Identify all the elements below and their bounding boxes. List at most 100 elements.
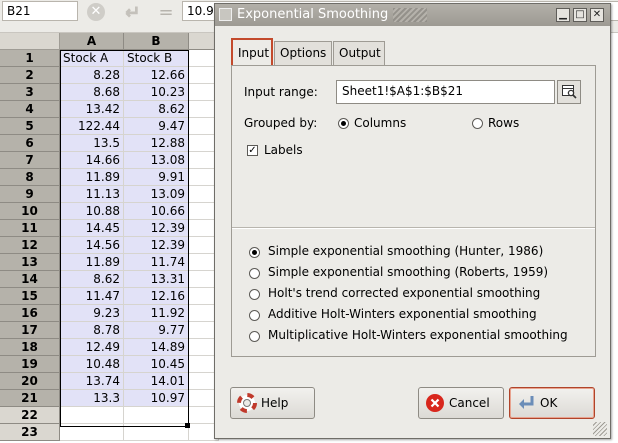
- resize-grip[interactable]: [593, 422, 607, 436]
- sheet-cell[interactable]: 12.88: [124, 135, 189, 152]
- labels-checkbox[interactable]: ✓: [247, 145, 258, 156]
- sheet-cell[interactable]: 11.47: [60, 288, 124, 305]
- radio-group-rows[interactable]: [472, 118, 483, 129]
- sheet-cell[interactable]: 13.08: [124, 152, 189, 169]
- sheet-cell[interactable]: 9.77: [124, 322, 189, 339]
- method-label-simple-roberts[interactable]: Simple exponential smoothing (Roberts, 1…: [268, 265, 548, 279]
- row-header[interactable]: 4: [0, 101, 60, 118]
- sheet-cell[interactable]: 8.68: [60, 84, 124, 101]
- sheet-cell[interactable]: [60, 407, 124, 424]
- tab-output[interactable]: Output: [333, 41, 385, 65]
- row-header[interactable]: 3: [0, 84, 60, 101]
- radio-method-simple-hunter[interactable]: [249, 247, 260, 258]
- row-header[interactable]: 8: [0, 169, 60, 186]
- method-label-multiplicative-hw[interactable]: Multiplicative Holt-Winters exponential …: [268, 328, 568, 342]
- row-header[interactable]: 15: [0, 288, 60, 305]
- sheet-cell[interactable]: 9.23: [60, 305, 124, 322]
- maximize-button[interactable]: □: [573, 8, 587, 22]
- radio-group-columns[interactable]: [338, 118, 349, 129]
- sheet-cell[interactable]: 8.28: [60, 67, 124, 84]
- row-header[interactable]: 5: [0, 118, 60, 135]
- row-header[interactable]: 10: [0, 203, 60, 220]
- sheet-cell[interactable]: 10.45: [124, 356, 189, 373]
- sheet-cell[interactable]: Stock B: [124, 50, 189, 67]
- method-label-holt[interactable]: Holt's trend corrected exponential smoot…: [268, 286, 540, 300]
- tab-input[interactable]: Input: [231, 38, 273, 66]
- sheet-cell[interactable]: 11.13: [60, 186, 124, 203]
- sheet-cell[interactable]: 10.23: [124, 84, 189, 101]
- row-header[interactable]: 16: [0, 305, 60, 322]
- row-header[interactable]: 2: [0, 67, 60, 84]
- accept-icon[interactable]: [120, 2, 140, 22]
- sheet-cell[interactable]: 10.48: [60, 356, 124, 373]
- sheet-cell[interactable]: [60, 424, 124, 441]
- method-label-additive-hw[interactable]: Additive Holt-Winters exponential smooth…: [268, 307, 537, 321]
- sheet-cell[interactable]: 12.49: [60, 339, 124, 356]
- sheet-cell[interactable]: 11.74: [124, 254, 189, 271]
- row-header[interactable]: 1: [0, 50, 60, 67]
- sheet-cell[interactable]: 13.74: [60, 373, 124, 390]
- row-header[interactable]: 7: [0, 152, 60, 169]
- sheet-cell[interactable]: 9.47: [124, 118, 189, 135]
- sheet-cell[interactable]: 13.3: [60, 390, 124, 407]
- sheet-cell[interactable]: 8.78: [60, 322, 124, 339]
- sheet-cell[interactable]: 10.66: [124, 203, 189, 220]
- sheet-cell[interactable]: 12.39: [124, 220, 189, 237]
- row-header[interactable]: 6: [0, 135, 60, 152]
- select-all-corner[interactable]: [0, 33, 60, 50]
- range-selector-button[interactable]: [557, 80, 581, 104]
- sheet-cell[interactable]: 14.01: [124, 373, 189, 390]
- name-box[interactable]: B21: [2, 1, 78, 21]
- sheet-cell[interactable]: Stock A: [60, 50, 124, 67]
- input-range-field[interactable]: Sheet1!$A$1:$B$21: [336, 80, 555, 104]
- sheet-cell[interactable]: 11.89: [60, 254, 124, 271]
- fill-handle[interactable]: [185, 423, 190, 428]
- radio-method-multiplicative-hw[interactable]: [249, 331, 260, 342]
- row-header[interactable]: 20: [0, 373, 60, 390]
- row-header[interactable]: 22: [0, 407, 60, 424]
- cancel-button[interactable]: Cancel: [418, 387, 504, 419]
- sheet-cell[interactable]: 8.62: [60, 271, 124, 288]
- row-header[interactable]: 23: [0, 424, 60, 441]
- row-header[interactable]: 18: [0, 339, 60, 356]
- sheet-cell[interactable]: 11.92: [124, 305, 189, 322]
- sheet-cell[interactable]: [124, 424, 189, 441]
- sheet-cell[interactable]: 14.89: [124, 339, 189, 356]
- ok-button[interactable]: OK: [509, 387, 595, 419]
- row-header[interactable]: 19: [0, 356, 60, 373]
- sheet-cell[interactable]: 12.66: [124, 67, 189, 84]
- row-header[interactable]: 21: [0, 390, 60, 407]
- sheet-cell[interactable]: 11.89: [60, 169, 124, 186]
- column-header-b[interactable]: B: [124, 33, 189, 50]
- sheet-cell[interactable]: 12.16: [124, 288, 189, 305]
- cancel-icon[interactable]: ✕: [86, 2, 106, 22]
- sheet-cell[interactable]: 14.45: [60, 220, 124, 237]
- minimize-button[interactable]: ▁: [556, 8, 570, 22]
- sheet-cell[interactable]: 13.5: [60, 135, 124, 152]
- sheet-cell[interactable]: 12.39: [124, 237, 189, 254]
- row-header[interactable]: 11: [0, 220, 60, 237]
- radio-method-simple-roberts[interactable]: [249, 268, 260, 279]
- group-columns-label[interactable]: Columns: [354, 116, 406, 130]
- row-header[interactable]: 14: [0, 271, 60, 288]
- sheet-cell[interactable]: 10.88: [60, 203, 124, 220]
- row-header[interactable]: 17: [0, 322, 60, 339]
- method-label-simple-hunter[interactable]: Simple exponential smoothing (Hunter, 19…: [268, 244, 543, 258]
- sheet-cell[interactable]: 8.62: [124, 101, 189, 118]
- row-header[interactable]: 13: [0, 254, 60, 271]
- dialog-titlebar[interactable]: Exponential Smoothing ▁ □ ✕: [215, 4, 610, 26]
- help-button[interactable]: Help: [230, 387, 315, 419]
- column-header-a[interactable]: A: [60, 33, 124, 50]
- sheet-cell[interactable]: 9.91: [124, 169, 189, 186]
- radio-method-additive-hw[interactable]: [249, 310, 260, 321]
- sheet-cell[interactable]: 13.31: [124, 271, 189, 288]
- close-window-button[interactable]: ✕: [590, 8, 604, 22]
- window-menu-icon[interactable]: [219, 8, 232, 21]
- sheet-cell[interactable]: 10.97: [124, 390, 189, 407]
- sheet-cell[interactable]: 14.66: [60, 152, 124, 169]
- row-header[interactable]: 12: [0, 237, 60, 254]
- radio-method-holt[interactable]: [249, 289, 260, 300]
- sheet-cell[interactable]: 14.56: [60, 237, 124, 254]
- row-header[interactable]: 9: [0, 186, 60, 203]
- sheet-cell[interactable]: 13.42: [60, 101, 124, 118]
